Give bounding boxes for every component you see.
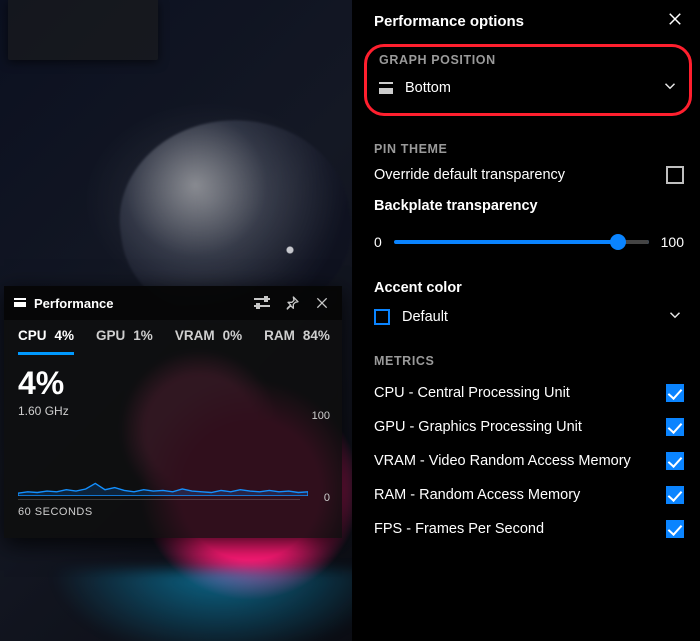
performance-titlebar[interactable]: Performance	[4, 286, 342, 320]
chevron-down-icon	[666, 306, 684, 328]
chevron-down-icon	[661, 77, 679, 99]
tab-gpu[interactable]: GPU 1%	[96, 328, 153, 355]
metric-checkbox[interactable]	[666, 520, 684, 538]
metrics-label: METRICS	[374, 354, 684, 368]
accent-color-value: Default	[402, 309, 666, 325]
tab-name: RAM	[264, 328, 295, 346]
performance-icon	[14, 298, 26, 308]
metric-checkbox[interactable]	[666, 384, 684, 402]
metric-row[interactable]: FPS - Frames Per Second	[374, 520, 684, 538]
tab-ram[interactable]: RAM 84%	[264, 328, 330, 355]
performance-title: Performance	[34, 296, 254, 311]
performance-widget: Performance CPU 4% GPU 1% VRAM 0% RAM 84% 4% 1.…	[4, 286, 342, 538]
performance-tabs: CPU 4% GPU 1% VRAM 0% RAM 84%	[4, 320, 342, 355]
cpu-big-value: 4%	[18, 365, 328, 402]
pin-icon[interactable]	[284, 295, 300, 311]
tab-vram[interactable]: VRAM 0%	[175, 328, 242, 355]
y-max: 100	[312, 410, 330, 422]
settings-icon[interactable]	[254, 295, 270, 311]
metric-label: FPS - Frames Per Second	[374, 521, 666, 537]
slider-min: 0	[374, 234, 382, 250]
accent-color-dropdown[interactable]: Default	[374, 306, 684, 328]
tab-value: 4%	[55, 328, 75, 343]
panel-title: Performance options	[374, 13, 666, 30]
close-icon[interactable]	[314, 295, 330, 311]
cpu-clock: 1.60 GHz	[18, 404, 328, 418]
cpu-chart	[18, 426, 328, 496]
override-transparency-checkbox[interactable]	[666, 166, 684, 184]
metric-label: GPU - Graphics Processing Unit	[374, 419, 666, 435]
metric-label: CPU - Central Processing Unit	[374, 385, 666, 401]
accent-color-swatch	[374, 309, 390, 325]
chart-y-axis: 100 0	[312, 410, 330, 504]
tab-value: 84%	[303, 328, 330, 346]
y-min: 0	[312, 492, 330, 504]
metrics-list: CPU - Central Processing Unit GPU - Graph…	[374, 384, 684, 538]
chart-baseline	[18, 499, 300, 500]
tab-cpu[interactable]: CPU 4%	[18, 328, 74, 355]
slider-max: 100	[661, 234, 684, 250]
tab-name: VRAM	[175, 328, 215, 346]
pin-theme-label: PIN THEME	[374, 142, 684, 156]
cpu-chart-path	[18, 483, 308, 496]
backplate-transparency-label: Backplate transparency	[374, 198, 684, 214]
graph-position-label: GRAPH POSITION	[379, 53, 679, 67]
graph-position-value: Bottom	[405, 80, 661, 96]
metric-label: VRAM - Video Random Access Memory	[374, 453, 666, 469]
performance-options-panel: Performance options GRAPH POSITION Botto…	[352, 0, 700, 641]
metric-row[interactable]: VRAM - Video Random Access Memory	[374, 452, 684, 470]
graph-position-highlight: GRAPH POSITION Bottom	[364, 44, 692, 116]
backplate-transparency-slider[interactable]	[394, 240, 649, 244]
tab-value: 0%	[223, 328, 243, 346]
tab-name: GPU	[96, 328, 125, 346]
tab-value: 1%	[133, 328, 153, 346]
background-widget	[8, 0, 158, 60]
metric-row[interactable]: RAM - Random Access Memory	[374, 486, 684, 504]
position-bottom-icon	[379, 82, 393, 94]
override-transparency-row[interactable]: Override default transparency	[374, 166, 684, 184]
metric-label: RAM - Random Access Memory	[374, 487, 666, 503]
chart-x-label: 60 SECONDS	[18, 506, 328, 518]
metric-checkbox[interactable]	[666, 486, 684, 504]
panel-close-icon[interactable]	[666, 10, 684, 32]
graph-position-dropdown[interactable]: Bottom	[379, 77, 679, 99]
override-transparency-label: Override default transparency	[374, 167, 666, 183]
accent-color-label: Accent color	[374, 280, 684, 296]
metric-checkbox[interactable]	[666, 418, 684, 436]
metric-row[interactable]: CPU - Central Processing Unit	[374, 384, 684, 402]
metric-row[interactable]: GPU - Graphics Processing Unit	[374, 418, 684, 436]
metric-checkbox[interactable]	[666, 452, 684, 470]
tab-name: CPU	[18, 328, 47, 343]
